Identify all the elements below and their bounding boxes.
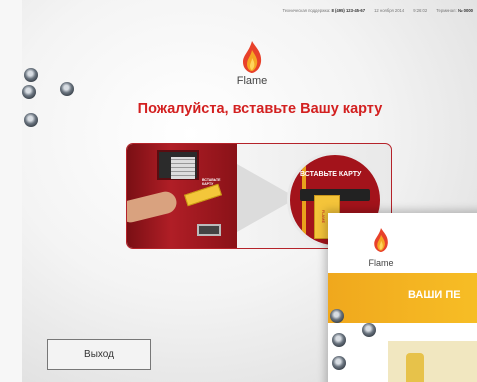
flame-icon	[374, 228, 388, 252]
coin-icon	[60, 82, 74, 96]
coin-icon	[332, 333, 346, 347]
overlay-banner-text: ВАШИ ПЕ	[408, 289, 461, 301]
support-label: Техническая поддержка: 8 (495) 123-45-67	[282, 8, 366, 13]
zoom-card-text: FLAME	[321, 209, 327, 224]
coin-icon	[24, 68, 38, 82]
coin-icon	[332, 356, 346, 370]
card-reader	[197, 224, 221, 236]
support-phone: 8 (495) 123-45-67	[331, 8, 366, 13]
oil-bottle-image	[406, 353, 424, 382]
flame-logo: Flame	[232, 40, 272, 87]
coin-icon	[22, 85, 36, 99]
time-text: 9:26:02	[413, 8, 428, 13]
coin-icon	[362, 323, 376, 337]
date-text: 12 ноября 2014	[374, 8, 405, 13]
overlay-banner: ВАШИ ПЕ	[328, 273, 477, 323]
brand-name: Flame	[236, 75, 268, 87]
hand-image	[127, 189, 179, 225]
terminal-id: № 0000	[457, 8, 473, 13]
fuel-card-image	[184, 183, 222, 207]
terminal-info: Терминал: № 0000	[436, 8, 473, 13]
zoom-slot-label: ВСТАВЬТЕ КАРТУ	[300, 171, 362, 178]
overlay-brand-name: Flame	[368, 258, 394, 268]
coin-icon	[24, 113, 38, 127]
page-title: Пожалуйста, вставьте Вашу карту	[137, 101, 383, 117]
coin-icon	[330, 309, 344, 323]
promo-image	[388, 341, 477, 382]
exit-button[interactable]: Выход	[47, 339, 151, 370]
kiosk-photo: ВСТАВЬТЕ КАРТУ	[127, 144, 237, 248]
status-bar: Техническая поддержка: 8 (495) 123-45-67…	[230, 8, 473, 18]
kiosk-keypad	[171, 157, 195, 179]
overlay-flame-logo: Flame	[366, 227, 396, 268]
left-edge-strip	[0, 0, 22, 382]
kiosk-screen: Техническая поддержка: 8 (495) 123-45-67…	[0, 0, 477, 382]
flame-icon	[243, 41, 262, 73]
overlay-window: Flame ВАШИ ПЕ	[328, 213, 477, 382]
